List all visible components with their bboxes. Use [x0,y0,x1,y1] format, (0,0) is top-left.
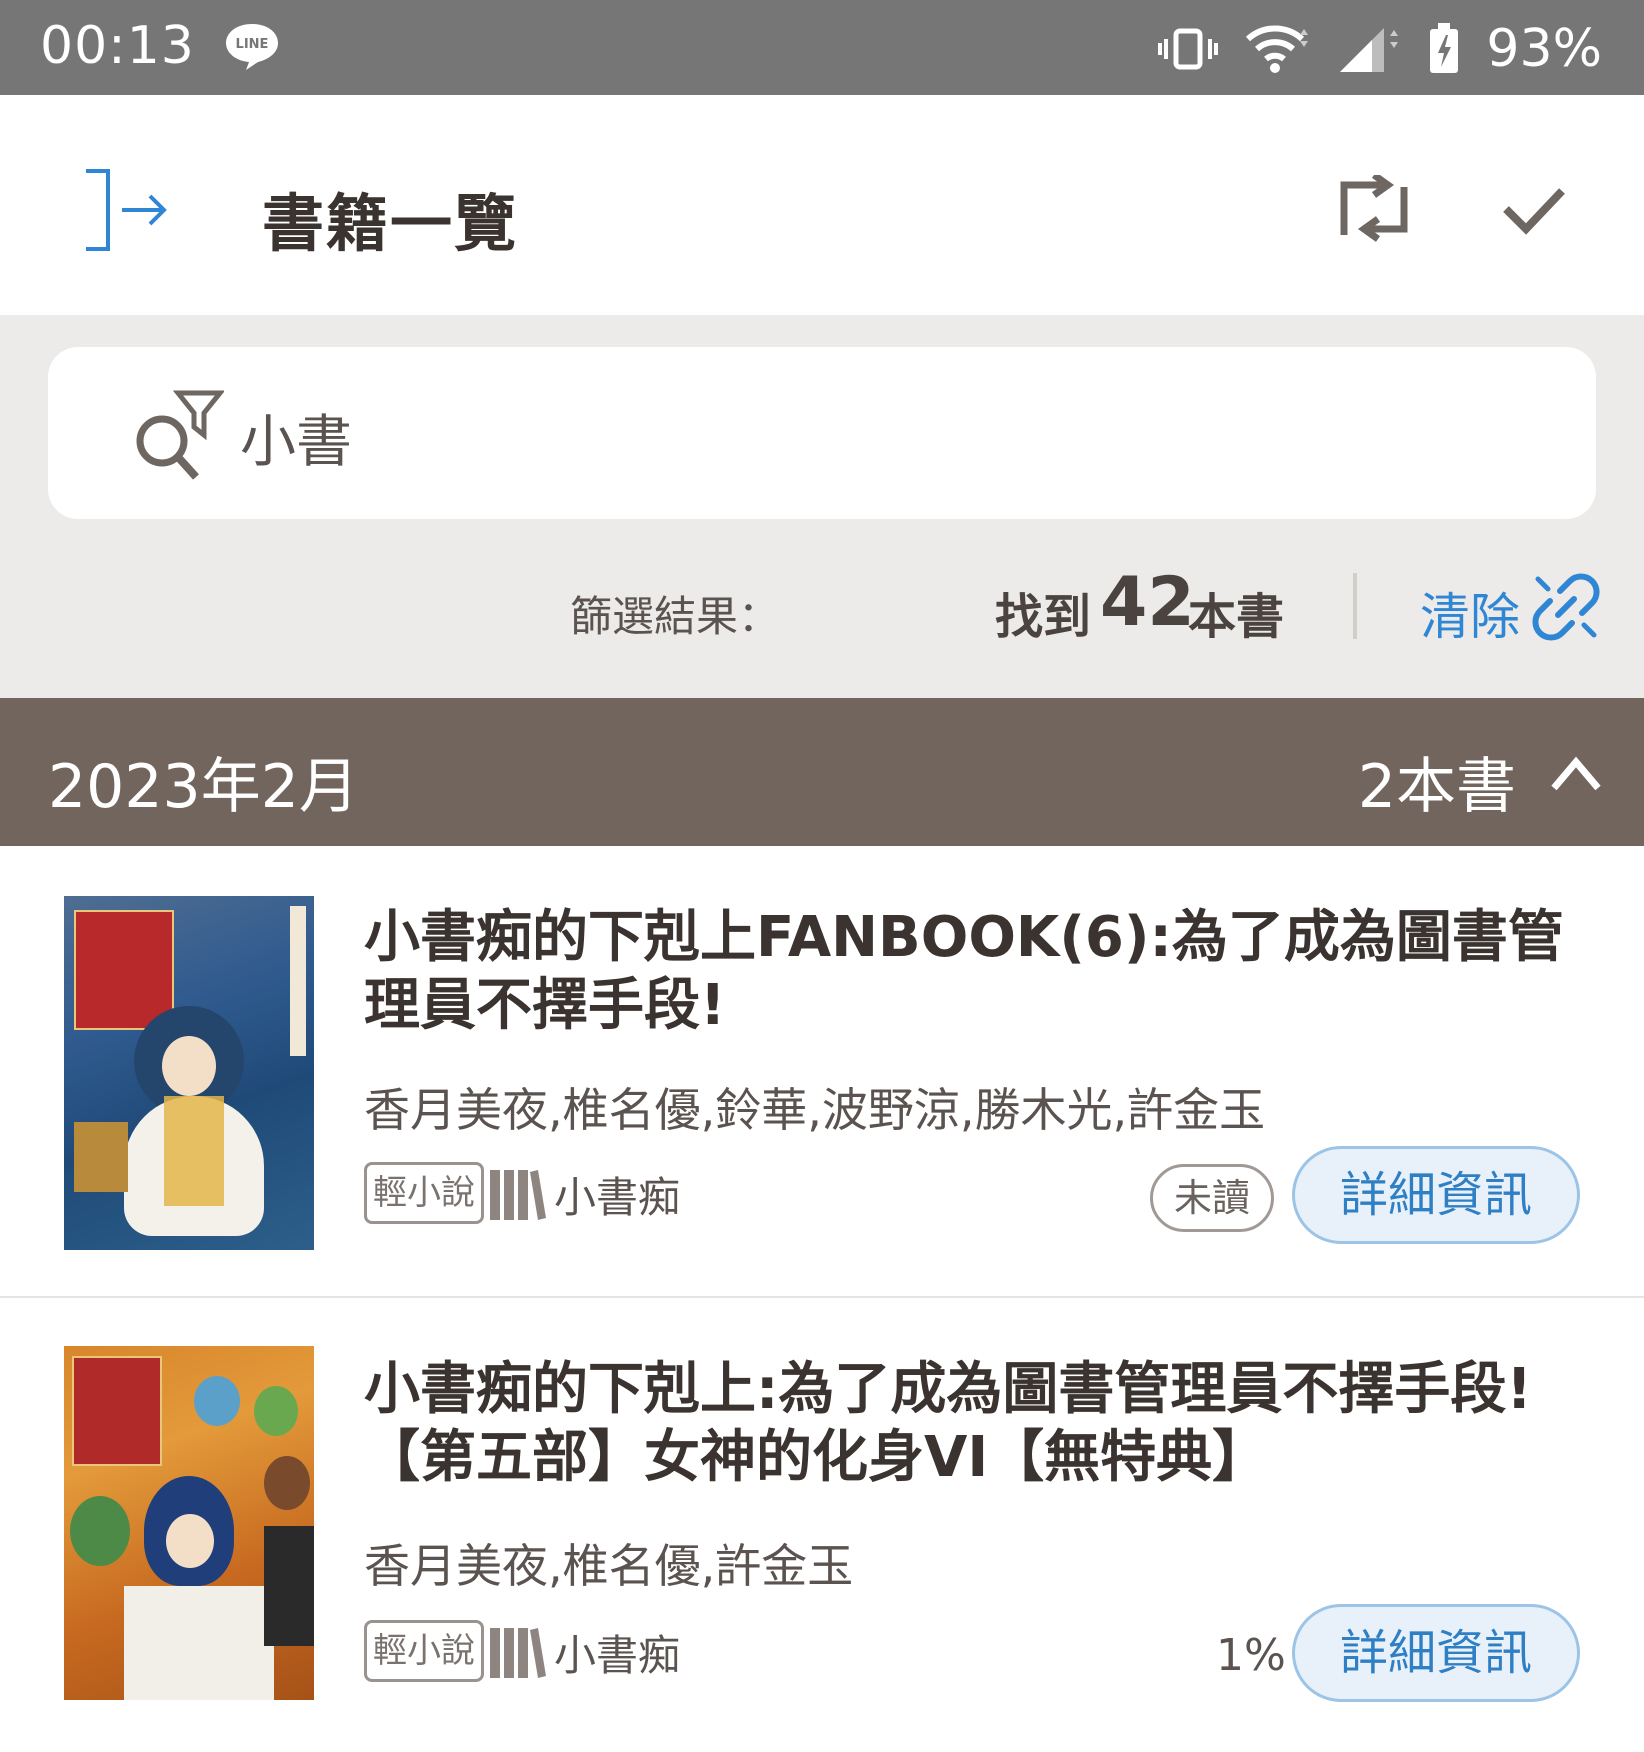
books-icon [490,1170,546,1220]
unlink-icon[interactable] [1532,573,1600,641]
book-authors: 香月美夜,椎名優,許金玉 [364,1539,854,1593]
book-title[interactable]: 小書痴的下剋上FANBOOK(6):為了成為圖書管理員不擇手段! [364,904,1594,1040]
filter-count-unit: 本書 [1188,589,1285,645]
month-book-count: 2本書 [1357,752,1516,822]
detail-button[interactable]: 詳細資訊 [1292,1146,1580,1244]
search-filter-icon [136,390,224,480]
book-authors: 香月美夜,椎名優,鈴華,波野涼,勝木光,許金玉 [364,1083,1266,1137]
list-item[interactable]: 小書痴的下剋上FANBOOK(6):為了成為圖書管理員不擇手段! 香月美夜,椎名… [0,846,1644,1298]
filter-result-row: 篩選結果： 找到 42 本書 清除 [0,563,1644,653]
search-input[interactable]: 小書 [48,347,1596,519]
filter-result-label: 篩選結果： [569,592,780,641]
exit-icon[interactable] [80,165,170,255]
battery-charging-icon [1430,23,1459,73]
chevron-up-icon[interactable] [1548,748,1604,798]
book-meta: 輕小說 小書痴 1% 詳細資訊 [364,1604,1594,1702]
book-cover[interactable] [64,896,314,1250]
swap-icon[interactable] [1336,175,1416,245]
genre-tag: 輕小說 [364,1162,484,1224]
list-item[interactable]: 小書痴的下剋上:為了成為圖書管理員不擇手段!【第五部】女神的化身VI【無特典】 … [0,1298,1644,1752]
status-right: 93% [1158,14,1602,84]
line-app-icon: LINE [226,24,278,70]
book-cover[interactable] [64,1346,314,1700]
app-bar: 書籍一覽 [0,95,1644,315]
line-badge-text: LINE [236,37,269,52]
books-icon [490,1628,546,1678]
month-group-header[interactable]: 2023年2月 2本書 [0,698,1644,846]
check-icon[interactable] [1498,175,1568,245]
detail-button[interactable]: 詳細資訊 [1292,1604,1580,1702]
filter-result-count: 42 [1100,563,1195,642]
clear-filter-button[interactable]: 清除 [1420,577,1520,649]
filter-found-prefix: 找到 [995,589,1092,645]
book-meta: 輕小說 小書痴 未讀 詳細資訊 [364,1146,1594,1244]
book-title[interactable]: 小書痴的下剋上:為了成為圖書管理員不擇手段!【第五部】女神的化身VI【無特典】 [364,1356,1594,1492]
filter-area: 小書 篩選結果： 找到 42 本書 清除 [0,315,1644,698]
status-bar: 00:13 LINE 93% [0,0,1644,95]
status-badge: 未讀 [1150,1164,1274,1232]
series-name: 小書痴 [554,1631,681,1680]
series-name: 小書痴 [554,1173,681,1222]
page-title: 書籍一覽 [262,187,519,260]
search-query[interactable]: 小書 [240,397,352,478]
battery-percent: 93% [1486,19,1602,79]
divider [1353,573,1357,639]
status-time: 00:13 [40,16,195,76]
reading-progress: 1% [1216,1630,1286,1681]
genre-tag: 輕小說 [364,1620,484,1682]
signal-icon [1340,28,1399,72]
month-title: 2023年2月 [48,752,359,822]
vibrate-icon [1158,28,1219,70]
wifi-icon [1246,25,1309,73]
